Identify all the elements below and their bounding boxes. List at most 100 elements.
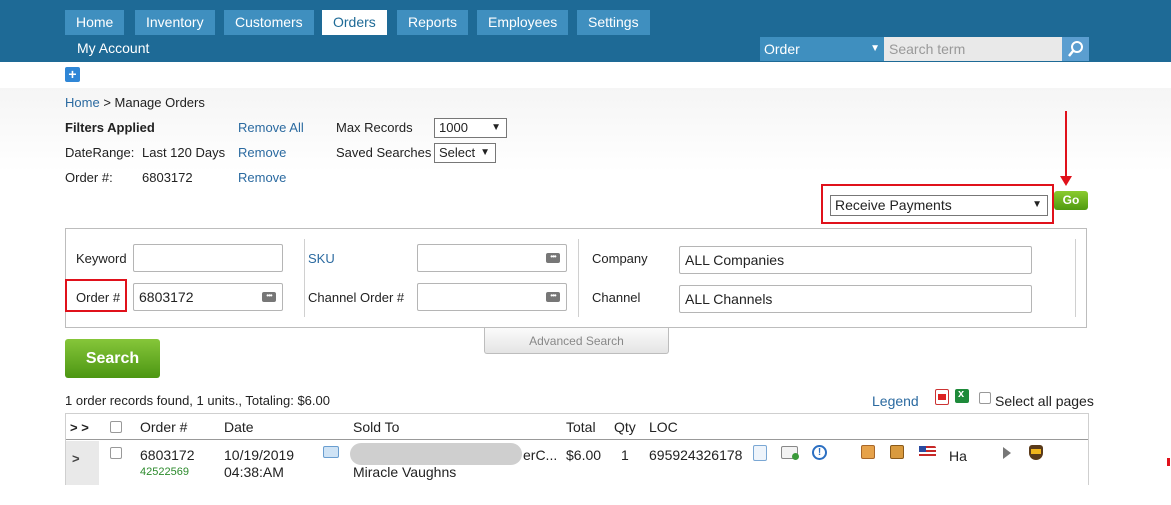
pdf-export-icon[interactable] — [935, 389, 949, 405]
expand-all-toggle[interactable]: > > — [70, 420, 89, 435]
search-button[interactable] — [1062, 37, 1089, 61]
edge-marker — [1167, 458, 1170, 466]
annotation-arrow-line — [1065, 111, 1067, 179]
order-loc: 695924326178 — [649, 447, 743, 463]
order-total: $6.00 — [566, 447, 602, 463]
search-submit-button[interactable]: Search — [65, 339, 160, 378]
orders-table: > > Order # Date Sold To Total Qty LOC >… — [65, 413, 1089, 485]
select-all-checkbox[interactable] — [110, 421, 122, 433]
document-export-icon[interactable] — [753, 445, 767, 461]
remove-all-link[interactable]: Remove All — [238, 120, 304, 135]
sold-to-company: erC... — [523, 447, 558, 463]
tab-settings[interactable]: Settings — [577, 10, 650, 35]
advanced-search-button[interactable]: Advanced Search — [484, 328, 669, 354]
order-number-label: Order # — [76, 290, 121, 305]
check-badge — [792, 453, 799, 460]
sub-order-number: 42522569 — [140, 466, 189, 478]
search-scope-value: Order — [764, 41, 800, 57]
column-header-sold-to[interactable]: Sold To — [353, 419, 399, 435]
plus-icon: + — [68, 66, 77, 82]
saved-searches-label: Saved Searches — [336, 145, 432, 160]
order-number-cell[interactable]: 6803172 — [140, 447, 195, 463]
channel-order-label: Channel Order # — [308, 290, 405, 305]
order-number-value: 6803172 — [139, 289, 194, 305]
tab-customers[interactable]: Customers — [224, 10, 314, 35]
date-range-label: DateRange: — [65, 145, 135, 160]
tab-employees[interactable]: Employees — [477, 10, 569, 35]
select-all-pages-checkbox[interactable] — [979, 392, 991, 404]
search-filter-panel — [65, 228, 1087, 328]
search-input[interactable] — [884, 37, 1062, 61]
chevron-down-icon: ▼ — [1032, 199, 1042, 210]
row-expand-toggle[interactable]: > — [66, 441, 99, 485]
tab-orders[interactable]: Orders — [322, 10, 387, 35]
keyword-input[interactable] — [133, 244, 283, 272]
payment-received-icon[interactable] — [781, 446, 799, 460]
flag-canton — [919, 446, 926, 452]
tab-reports[interactable]: Reports — [397, 10, 469, 35]
ups-mark — [1031, 449, 1041, 454]
channel-select[interactable]: ALL Channels — [679, 285, 1032, 313]
redacted-customer-company — [350, 443, 522, 465]
order-number-input[interactable]: 6803172 ••• — [133, 283, 283, 311]
table-header: > > Order # Date Sold To Total Qty LOC — [66, 414, 1088, 440]
company-label: Company — [592, 251, 648, 266]
sold-to-name: Miracle Vaughns — [353, 464, 457, 480]
search-scope-select[interactable]: Order ▼ — [760, 37, 884, 61]
annotation-arrow-head — [1060, 176, 1072, 186]
channel-order-input[interactable]: ••• — [417, 283, 567, 311]
saved-searches-value: Select — [439, 145, 476, 160]
tab-my-account[interactable]: My Account — [66, 36, 160, 61]
go-button[interactable]: Go — [1054, 191, 1088, 210]
package-icon[interactable] — [861, 445, 875, 459]
remove-order-link[interactable]: Remove — [238, 170, 286, 185]
chevron-right-icon: > — [72, 451, 80, 466]
results-summary: 1 order records found, 1 units., Totalin… — [65, 393, 330, 408]
tab-inventory[interactable]: Inventory — [135, 10, 215, 35]
filters-title: Filters Applied — [65, 120, 155, 135]
divider — [1075, 239, 1076, 317]
ellipsis-icon[interactable]: ••• — [546, 253, 560, 263]
us-flag-icon — [919, 446, 936, 458]
action-select-value: Receive Payments — [835, 197, 952, 213]
column-header-loc[interactable]: LOC — [649, 419, 678, 435]
ellipsis-icon[interactable]: ••• — [546, 292, 560, 302]
divider — [578, 239, 579, 317]
magnifier-icon — [1068, 41, 1083, 57]
sku-input[interactable]: ••• — [417, 244, 567, 272]
saved-searches-select[interactable]: Select ▼ — [434, 143, 496, 163]
chevron-down-icon: ▼ — [480, 147, 490, 158]
box-icon[interactable] — [890, 445, 904, 459]
breadcrumb-current: Manage Orders — [114, 95, 205, 110]
column-header-date[interactable]: Date — [224, 419, 254, 435]
sku-label-link[interactable]: SKU — [308, 251, 335, 266]
channel-label: Channel — [592, 290, 641, 305]
order-date: 10/19/2019 — [224, 447, 295, 463]
chevron-down-icon: ▼ — [491, 122, 501, 133]
breadcrumb-home[interactable]: Home — [65, 95, 100, 110]
add-new-button[interactable]: + — [65, 67, 80, 82]
divider — [304, 239, 305, 317]
table-row[interactable]: > 6803172 42522569 10/19/2019 04:38:AM e… — [66, 441, 1088, 485]
excel-export-icon[interactable]: x — [955, 388, 969, 403]
order-time: 04:38:AM — [224, 464, 284, 480]
order-filter-label: Order #: — [65, 170, 113, 185]
column-header-qty[interactable]: Qty — [614, 419, 636, 435]
remove-date-link[interactable]: Remove — [238, 145, 286, 160]
select-all-pages-label: Select all pages — [995, 393, 1094, 409]
column-header-order[interactable]: Order # — [140, 419, 187, 435]
max-records-value: 1000 — [439, 120, 468, 135]
ellipsis-icon[interactable]: ••• — [262, 292, 276, 302]
tab-home[interactable]: Home — [65, 10, 125, 35]
legend-link[interactable]: Legend — [872, 393, 919, 409]
column-header-total[interactable]: Total — [566, 419, 596, 435]
keyword-label: Keyword — [76, 251, 127, 266]
order-qty: 1 — [621, 447, 629, 463]
row-checkbox[interactable] — [110, 447, 122, 459]
action-select[interactable]: Receive Payments ▼ — [830, 195, 1048, 216]
info-alert-icon[interactable]: ! — [812, 445, 827, 460]
max-records-select[interactable]: 1000 ▼ — [434, 118, 507, 138]
play-arrow-icon[interactable] — [1003, 447, 1011, 459]
company-select[interactable]: ALL Companies — [679, 246, 1032, 274]
chevron-down-icon: ▼ — [870, 43, 880, 54]
